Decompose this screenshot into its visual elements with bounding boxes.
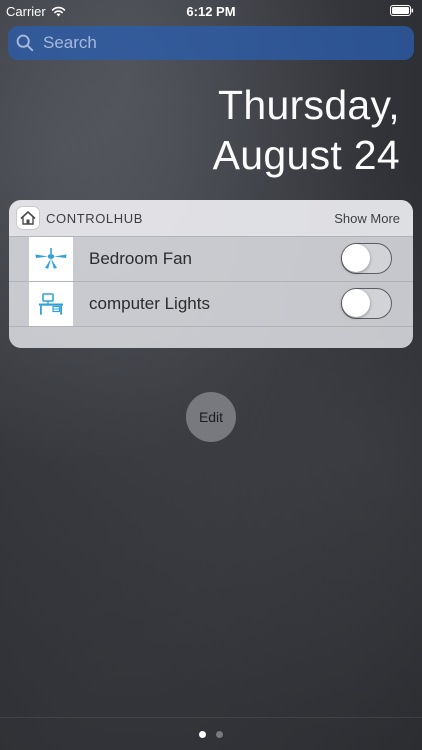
search-bar[interactable] [8, 26, 414, 60]
desk-lamp-icon [29, 282, 73, 326]
toggle-knob [342, 244, 370, 272]
battery-icon [390, 5, 414, 16]
page-dot-active [199, 731, 206, 738]
widget-title: CONTROLHUB [46, 211, 144, 226]
date-weekday: Thursday, [218, 82, 400, 128]
ceiling-fan-icon [29, 237, 73, 281]
computer-lights-toggle[interactable] [341, 288, 392, 319]
date-day: August 24 [212, 132, 400, 178]
edit-button[interactable]: Edit [186, 392, 236, 442]
dock-divider [0, 717, 422, 718]
device-label: Bedroom Fan [89, 249, 192, 268]
toggle-knob [342, 289, 370, 317]
search-icon [16, 34, 34, 52]
device-row-bedroom-fan[interactable]: Bedroom Fan [9, 237, 413, 281]
date-display: Thursday, August 24 [213, 80, 400, 180]
bedroom-fan-toggle[interactable] [341, 243, 392, 274]
controlhub-widget: CONTROLHUB Show More Bedroom Fan compute… [9, 200, 413, 348]
widget-header: CONTROLHUB Show More [9, 200, 413, 236]
house-icon [17, 207, 39, 229]
page-dot [216, 731, 223, 738]
row-divider [9, 326, 413, 327]
page-indicator[interactable] [0, 731, 422, 738]
device-label: computer Lights [89, 294, 210, 313]
device-row-computer-lights[interactable]: computer Lights [9, 282, 413, 326]
status-bar: Carrier 6:12 PM [0, 0, 422, 22]
show-more-button[interactable]: Show More [334, 211, 400, 226]
search-input[interactable] [43, 33, 383, 53]
status-time: 6:12 PM [186, 4, 236, 19]
